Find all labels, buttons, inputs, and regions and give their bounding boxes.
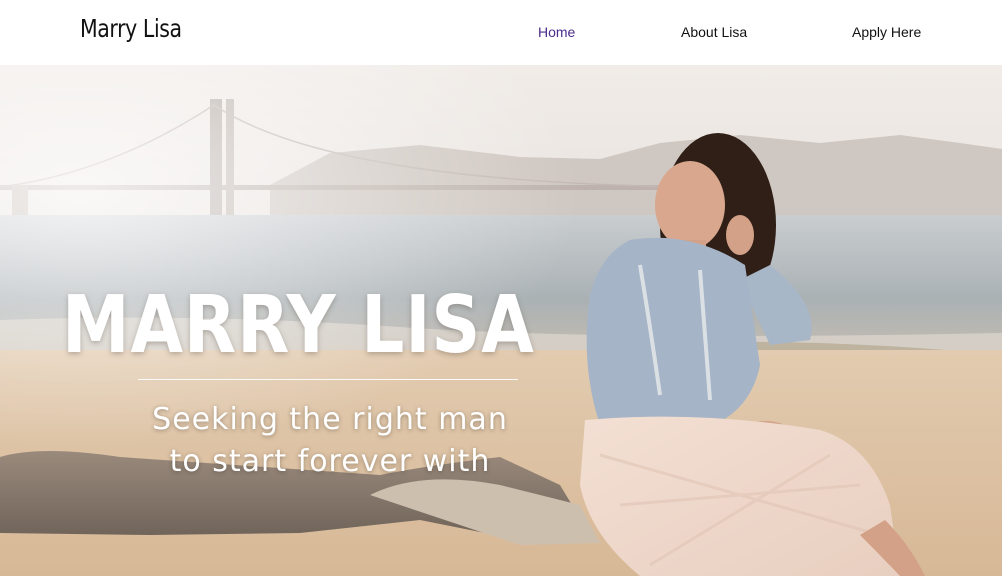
site-title[interactable]: Marry Lisa (80, 14, 182, 43)
nav-about-lisa-link[interactable]: About Lisa (681, 24, 747, 40)
hero-subtitle: Seeking the right man to start forever w… (120, 399, 540, 483)
nav-apply-here-link[interactable]: Apply Here (852, 24, 921, 40)
site-header: Marry Lisa Home About Lisa Apply Here (0, 0, 1002, 65)
hero-section: MARRY LISA Seeking the right man to star… (0, 65, 1002, 576)
hero-subtitle-line-1: Seeking the right man (152, 402, 508, 437)
hero-subtitle-line-2: to start forever with (169, 444, 491, 479)
nav-home-link[interactable]: Home (538, 24, 575, 40)
hero-divider (138, 379, 518, 380)
hero-title: MARRY LISA (62, 279, 535, 371)
